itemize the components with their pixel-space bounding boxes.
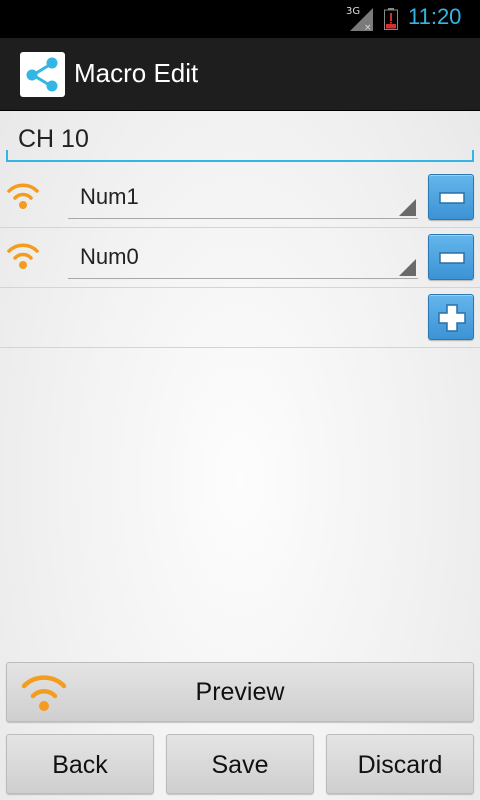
- svg-text:×: ×: [364, 23, 372, 32]
- input-edge-right: [472, 150, 474, 162]
- save-button[interactable]: Save: [166, 734, 314, 794]
- step-key-label: Num0: [80, 244, 139, 269]
- status-time: 11:20: [408, 4, 462, 29]
- back-button[interactable]: Back: [6, 734, 154, 794]
- preview-label: Preview: [195, 678, 285, 706]
- network-signal-icon: 3G ×: [344, 6, 374, 33]
- macro-step-row: Num0: [0, 228, 480, 288]
- input-edge-left: [6, 150, 8, 162]
- macro-name-input[interactable]: [6, 118, 474, 162]
- dropdown-arrow-icon: [399, 199, 416, 216]
- step-key-dropdown[interactable]: Num0: [68, 236, 418, 279]
- status-bar: 3G × 11:20: [0, 0, 480, 38]
- remove-step-button[interactable]: [428, 174, 474, 220]
- step-key-label: Num1: [80, 184, 139, 209]
- step-key-dropdown[interactable]: Num1: [68, 176, 418, 219]
- plus-icon: [438, 304, 466, 332]
- add-step-row: [0, 288, 480, 348]
- action-bar: Macro Edit: [0, 38, 480, 111]
- minus-icon: [439, 252, 465, 264]
- network-type: 3G: [346, 6, 361, 17]
- share-icon[interactable]: [20, 52, 65, 97]
- remove-step-button[interactable]: [428, 234, 474, 280]
- preview-button[interactable]: Preview: [6, 662, 474, 722]
- discard-button[interactable]: Discard: [326, 734, 474, 794]
- wifi-signal-icon: [6, 179, 40, 213]
- macro-step-row: Num1: [0, 168, 480, 228]
- battery-icon: [384, 8, 398, 30]
- minus-icon: [439, 192, 465, 204]
- page-title: Macro Edit: [74, 58, 199, 88]
- wifi-signal-icon: [6, 239, 40, 273]
- add-step-button[interactable]: [428, 294, 474, 340]
- dropdown-arrow-icon: [399, 259, 416, 276]
